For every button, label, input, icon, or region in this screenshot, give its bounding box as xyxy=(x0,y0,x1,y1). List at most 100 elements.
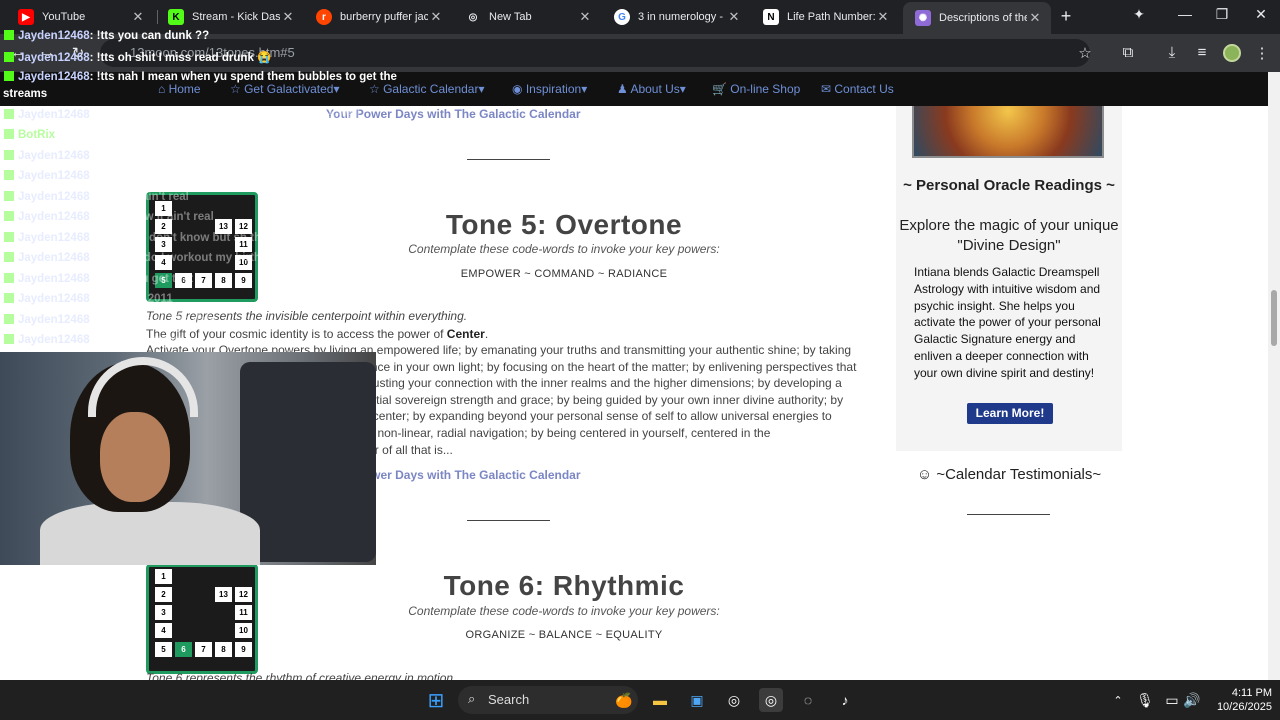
chrome-icon: ◎ xyxy=(468,11,478,23)
gemini-icon[interactable]: ✦ xyxy=(1124,6,1154,23)
scrollbar-thumb[interactable] xyxy=(1271,290,1277,346)
close-tab-icon[interactable]: ✕ xyxy=(428,9,444,25)
kick-badge-icon xyxy=(4,109,14,119)
tab-new-tab[interactable]: ◎ New Tab ✕ xyxy=(453,4,601,30)
tone5-codewords: EMPOWER ~ COMMAND ~ RADIANCE xyxy=(460,268,668,280)
streamer-shirt xyxy=(40,502,260,565)
download-icon[interactable]: ⤓ xyxy=(1162,44,1182,61)
chat-message: Jayden12468: !tts how do I workout my bi… xyxy=(4,252,306,264)
webcam-overlay xyxy=(0,352,376,565)
tiktok-icon[interactable]: ♪ xyxy=(833,688,857,712)
kick-badge-icon xyxy=(4,334,14,344)
obs-icon[interactable]: ◌ xyxy=(796,688,820,712)
tab-descriptions[interactable]: ✺ Descriptions of the ✕ xyxy=(903,2,1051,34)
power-days-link[interactable]: Your Power Days with The Galactic Calend… xyxy=(326,107,581,121)
tab-strip: ▶ YouTube ✕ K Stream - Kick Dashb ✕ r bu… xyxy=(0,0,1280,34)
oracle-description: Intiana blends Galactic Dreamspell Astro… xyxy=(914,265,1101,380)
close-tab-icon[interactable]: ✕ xyxy=(280,9,296,25)
tab-reddit[interactable]: r burberry puffer jack ✕ xyxy=(304,4,452,30)
kick-badge-icon xyxy=(4,30,14,40)
envelope-icon: ✉ xyxy=(821,82,835,96)
chat-message: Jayden12468: !tts is this all like date xyxy=(4,314,216,326)
background-couch xyxy=(240,362,376,562)
chat-message: BotRix: New Content! https://www.youtube… xyxy=(4,129,366,141)
kick-icon: K xyxy=(168,9,184,25)
profile-avatar[interactable] xyxy=(1223,44,1241,62)
tone5-title: Tone 5: Overtone xyxy=(445,209,683,240)
minimize-button[interactable]: — xyxy=(1170,6,1200,22)
nav-home[interactable]: ⌂ Home xyxy=(158,82,201,96)
kick-badge-icon xyxy=(4,129,14,139)
taskbar-search[interactable]: ⌕ Search xyxy=(458,686,638,714)
chrome-taskbar-icon[interactable]: ◎ xyxy=(722,688,746,712)
kick-badge-icon xyxy=(4,273,14,283)
chat-message: Jayden12468: !tts if you get that xyxy=(4,273,193,285)
chat-message: Jayden12468: !tts nah c n xyxy=(4,170,158,182)
star-icon: ☆ xyxy=(230,82,245,96)
microphone-icon[interactable]: 🎙 xyxy=(1133,688,1157,712)
tab-youtube[interactable]: ▶ YouTube ✕ xyxy=(6,4,154,30)
tone6-contemplate: Contemplate these code-words to invoke y… xyxy=(408,604,720,618)
headphones-icon xyxy=(88,357,198,417)
nav-inspiration[interactable]: ◉ Inspiration▾ xyxy=(512,82,587,96)
tone5-contemplate: Contemplate these code-words to invoke y… xyxy=(408,242,720,256)
store-icon[interactable]: ▣ xyxy=(685,688,709,712)
section-divider xyxy=(467,520,550,521)
bookmark-star-icon[interactable]: ☆ xyxy=(1075,44,1095,62)
kick-badge-icon xyxy=(4,150,14,160)
chat-message: Jayden12468: !tts I know it ain't real xyxy=(4,211,214,223)
kick-badge-icon xyxy=(4,211,14,221)
tone5-number-tile: 1 2 3 4 5 6 7 8 9 10 11 12 13 xyxy=(146,192,258,302)
caret-down-icon: ▾ xyxy=(333,82,340,96)
new-tab-button[interactable]: + xyxy=(1056,6,1076,27)
media-control-icon[interactable]: ≡ xyxy=(1192,44,1212,61)
caret-down-icon: ▾ xyxy=(478,82,485,96)
extensions-icon[interactable]: ⧉ xyxy=(1118,44,1138,61)
windows-start-icon[interactable]: ⊞ xyxy=(424,688,448,712)
kick-badge-icon xyxy=(4,252,14,262)
close-window-button[interactable]: ✕ xyxy=(1246,6,1276,23)
tab-title: Life Path Number: H xyxy=(787,11,875,23)
tab-kick[interactable]: K Stream - Kick Dashb ✕ xyxy=(156,4,304,30)
caret-down-icon: ▾ xyxy=(679,82,686,96)
chat-message: Jayden12468: !tts you can dunk ?? xyxy=(4,30,209,42)
nav-online-shop[interactable]: 🛒 On-line Shop xyxy=(712,82,800,96)
tab-life-path[interactable]: N Life Path Number: H ✕ xyxy=(751,4,899,30)
oracle-image[interactable] xyxy=(912,106,1104,158)
page-scrollbar[interactable] xyxy=(1268,72,1280,680)
show-hidden-icons-icon[interactable]: ⌃ xyxy=(1106,688,1130,712)
close-tab-icon[interactable]: ✕ xyxy=(875,9,891,25)
chrome-active-taskbar-icon[interactable]: ◎ xyxy=(759,688,783,712)
kick-badge-icon xyxy=(4,232,14,242)
caret-down-icon: ▾ xyxy=(581,82,588,96)
close-tab-icon[interactable]: ✕ xyxy=(726,9,742,25)
restore-button[interactable]: ❐ xyxy=(1207,6,1237,23)
menu-icon[interactable]: ⋮ xyxy=(1252,44,1272,62)
nav-galactic-calendar[interactable]: ☆ Galactic Calendar▾ xyxy=(369,82,485,96)
tone6-codewords: ORGANIZE ~ BALANCE ~ EQUALITY xyxy=(465,629,663,641)
chat-message: Jayden12468: !tts might start on fans re… xyxy=(4,150,272,162)
tone5-gift: The gift of your cosmic identity is to a… xyxy=(146,327,489,341)
nav-about-us[interactable]: ♟ About Us▾ xyxy=(617,82,686,96)
streamer-face xyxy=(100,412,170,502)
notion-icon: N xyxy=(763,9,779,25)
fruit-widget-icon[interactable]: 🍊 xyxy=(612,688,636,712)
learn-more-button[interactable]: Learn More! xyxy=(967,403,1053,424)
nav-get-galactivated[interactable]: ☆ Get Galactivated▾ xyxy=(230,82,340,96)
kick-badge-icon xyxy=(4,170,14,180)
close-tab-icon[interactable]: ✕ xyxy=(130,9,146,25)
tab-title: Descriptions of the xyxy=(939,12,1027,24)
tab-google[interactable]: G 3 in numerology - G ✕ xyxy=(602,4,750,30)
tone6-intro: Tone 6 represents the rhythm of creative… xyxy=(146,671,457,680)
reddit-icon: r xyxy=(316,9,332,25)
file-explorer-icon[interactable]: ▬ xyxy=(648,688,672,712)
close-tab-icon[interactable]: ✕ xyxy=(577,9,593,25)
volume-icon[interactable]: 🔊 xyxy=(1180,688,1204,712)
tone6-title: Tone 6: Rhythmic xyxy=(443,570,685,601)
close-tab-icon[interactable]: ✕ xyxy=(1027,10,1043,26)
youtube-icon: ▶ xyxy=(18,9,34,25)
system-clock[interactable]: 4:11 PM 10/26/2025 xyxy=(1208,686,1272,714)
chat-message: Jayden12468: !tts whats yours xyxy=(4,334,185,346)
nav-contact-us[interactable]: ✉ Contact Us xyxy=(821,82,894,96)
tone6-number-tile: 1 2 3 4 5 6 7 8 9 10 11 12 13 xyxy=(146,564,258,674)
